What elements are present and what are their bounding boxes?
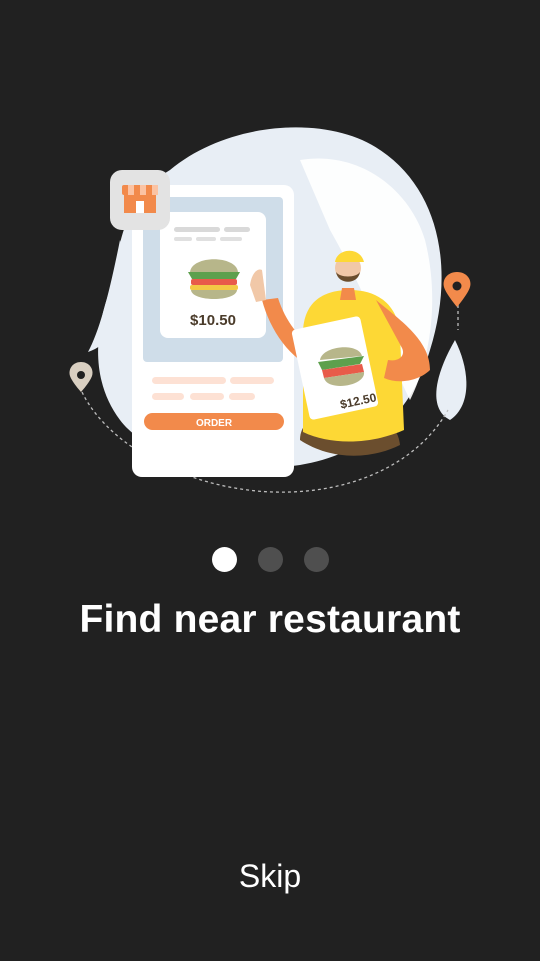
burger-icon [188,259,240,299]
location-pin-left-icon [69,362,93,392]
page-dot-2[interactable] [257,547,283,572]
right-drop-shape [436,340,467,420]
location-pin-right-icon [443,272,471,307]
skip-container: Skip [0,858,540,895]
page-dot-1[interactable] [211,547,237,572]
order-label: ORDER [196,418,233,429]
skip-button[interactable]: Skip [225,854,315,898]
price-main: $10.50 [190,312,236,329]
onboarding-title: Find near restaurant [79,598,461,641]
onboarding-illustration: $10.50 ORDER $12.50 [69,127,471,493]
page-dot-3[interactable] [303,547,329,572]
page-indicator [0,547,540,572]
store-icon [110,170,170,230]
